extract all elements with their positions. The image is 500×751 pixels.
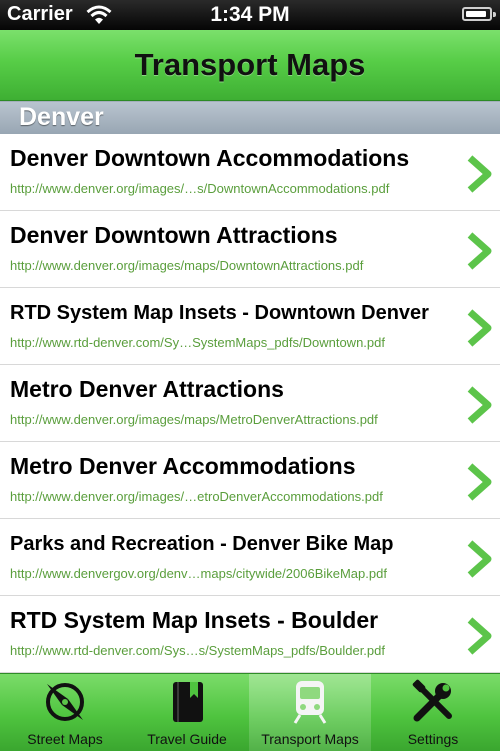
list-item[interactable]: Parks and Recreation - Denver Bike Map h… <box>0 519 500 596</box>
tab-settings[interactable]: Settings <box>372 674 494 751</box>
map-list: Denver Downtown Accommodations http://ww… <box>0 134 500 673</box>
list-item[interactable]: Metro Denver Accommodations http://www.d… <box>0 442 500 519</box>
item-url: http://www.denver.org/images/maps/MetroD… <box>10 412 378 427</box>
tab-label: Street Maps <box>27 731 103 747</box>
item-title: Metro Denver Accommodations <box>10 453 356 479</box>
compass-icon <box>46 683 84 721</box>
section-header: Denver <box>0 101 500 135</box>
list-item[interactable]: RTD System Map Insets - Downtown Denver … <box>0 288 500 365</box>
item-title: Denver Downtown Attractions <box>10 222 338 248</box>
item-title: RTD System Map Insets - Boulder <box>10 607 379 633</box>
navigation-bar: Transport Maps <box>0 30 500 101</box>
chevron-right-icon <box>467 155 492 193</box>
status-bar: Carrier 1:34 PM <box>0 0 500 30</box>
chevron-right-icon <box>467 309 492 347</box>
item-title: Denver Downtown Accommodations <box>10 145 410 171</box>
battery-level <box>466 11 486 17</box>
tools-icon <box>412 679 452 722</box>
item-title: Parks and Recreation - Denver Bike Map <box>10 533 394 555</box>
tab-travel-guide[interactable]: Travel Guide <box>126 674 248 751</box>
item-title: RTD System Map Insets - Downtown Denver <box>10 302 429 324</box>
chevron-right-icon <box>467 540 492 578</box>
chevron-right-icon <box>467 232 492 270</box>
page-title: Transport Maps <box>134 47 366 82</box>
book-icon <box>173 682 203 722</box>
tab-label: Transport Maps <box>261 731 359 747</box>
item-url: http://www.denver.org/images/…s/Downtown… <box>10 181 390 196</box>
list-item[interactable]: Denver Downtown Accommodations http://ww… <box>0 134 500 211</box>
tab-bar: Street Maps Travel Guide Transport Maps … <box>0 673 500 751</box>
item-url: http://www.denver.org/images/maps/Downto… <box>10 258 364 273</box>
battery-icon <box>462 7 496 21</box>
item-url: http://www.denver.org/images/…etroDenver… <box>10 489 383 504</box>
list-item[interactable]: Denver Downtown Attractions http://www.d… <box>0 211 500 288</box>
list-item[interactable]: Metro Denver Attractions http://www.denv… <box>0 365 500 442</box>
chevron-right-icon <box>467 463 492 501</box>
tab-transport-maps[interactable]: Transport Maps <box>249 674 371 751</box>
tab-label: Settings <box>407 731 459 747</box>
train-icon <box>293 681 327 724</box>
item-url: http://www.denvergov.org/denv…maps/cityw… <box>10 566 387 581</box>
status-time: 1:34 PM <box>210 3 290 26</box>
tab-street-maps[interactable]: Street Maps <box>4 674 126 751</box>
item-url: http://www.rtd-denver.com/Sys…s/SystemMa… <box>10 643 385 658</box>
chevron-right-icon <box>467 617 492 655</box>
tab-label: Travel Guide <box>147 731 227 747</box>
item-title: Metro Denver Attractions <box>10 376 284 402</box>
section-title: Denver <box>19 103 104 131</box>
battery-tip <box>493 12 496 17</box>
chevron-right-icon <box>467 386 492 424</box>
list-item[interactable]: RTD System Map Insets - Boulder http://w… <box>0 596 500 673</box>
item-url: http://www.rtd-denver.com/Sy…SystemMaps_… <box>10 335 385 350</box>
